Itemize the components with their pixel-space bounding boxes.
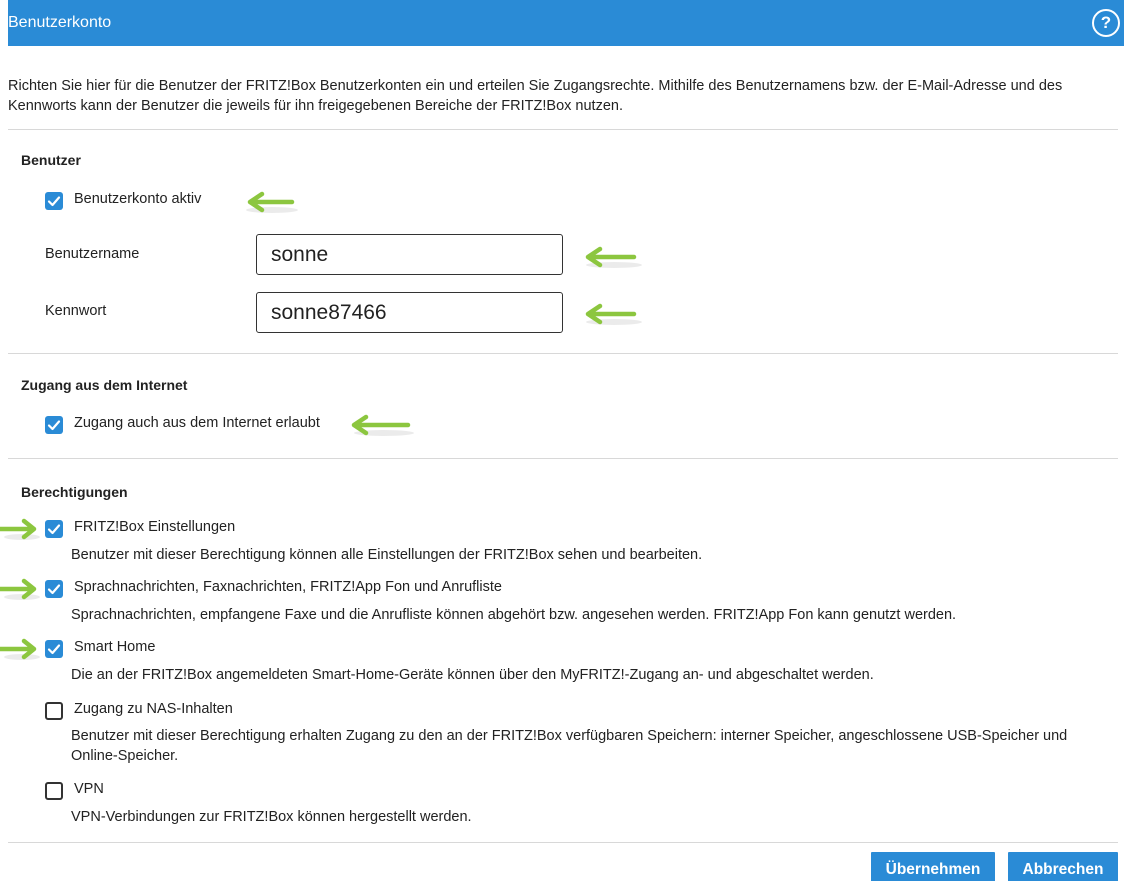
account-active-checkbox[interactable]	[45, 192, 63, 210]
internet-access-checkbox[interactable]	[45, 416, 63, 434]
divider	[8, 842, 1118, 843]
arrow-left-icon	[246, 191, 298, 213]
permission-description: Benutzer mit dieser Berechtigung erhalte…	[71, 728, 1068, 764]
intro-text: Richten Sie hier für die Benutzer der FR…	[8, 78, 1063, 114]
checkmark-icon	[47, 420, 61, 431]
permission-description: Sprachnachrichten, empfangene Faxe und d…	[71, 607, 957, 623]
permission-label: VPN	[74, 781, 104, 797]
checkmark-icon	[47, 196, 61, 207]
section-heading-berechtigungen: Berechtigungen	[21, 484, 128, 500]
arrow-left-icon	[585, 246, 642, 268]
section-heading-internet: Zugang aus dem Internet	[21, 377, 188, 393]
permission-checkbox-nas[interactable]	[45, 702, 63, 720]
checkmark-icon	[47, 644, 61, 655]
checkmark-icon	[47, 584, 61, 595]
checkmark-icon	[47, 524, 61, 535]
permission-label: Sprachnachrichten, Faxnachrichten, FRITZ…	[74, 579, 502, 595]
arrow-left-icon	[351, 414, 414, 436]
permission-description: Die an der FRITZ!Box angemeldeten Smart-…	[71, 667, 874, 683]
permission-label: Smart Home	[74, 639, 156, 655]
permission-description: Benutzer mit dieser Berechtigung können …	[71, 547, 703, 563]
apply-button[interactable]: Übernehmen	[871, 852, 995, 881]
password-field[interactable]: sonne87466	[256, 292, 563, 333]
permission-description: VPN-Verbindungen zur FRITZ!Box können he…	[71, 809, 472, 825]
internet-access-label: Zugang auch aus dem Internet erlaubt	[74, 415, 320, 431]
permission-checkbox-smart-home[interactable]	[45, 640, 63, 658]
password-label: Kennwort	[45, 303, 107, 319]
username-field[interactable]: sonne	[256, 234, 563, 275]
username-label: Benutzername	[45, 246, 140, 262]
permission-checkbox-voice-fax-app[interactable]	[45, 580, 63, 598]
arrow-left-icon	[0, 518, 40, 540]
section-heading-benutzer: Benutzer	[21, 152, 81, 168]
arrow-left-icon	[0, 638, 40, 660]
permission-label: FRITZ!Box Einstellungen	[74, 519, 236, 535]
divider	[8, 129, 1118, 130]
account-active-label: Benutzerkonto aktiv	[74, 191, 202, 207]
arrow-left-icon	[585, 303, 642, 325]
divider	[8, 458, 1118, 459]
divider	[8, 353, 1118, 354]
title-bar: Benutzerkonto ?	[8, 0, 1124, 46]
page-title: Benutzerkonto	[8, 14, 112, 31]
cancel-button[interactable]: Abbrechen	[1008, 852, 1118, 881]
permission-checkbox-fritzbox-settings[interactable]	[45, 520, 63, 538]
permission-label: Zugang zu NAS-Inhalten	[74, 701, 233, 717]
help-icon[interactable]: ?	[1092, 9, 1120, 37]
permission-checkbox-vpn[interactable]	[45, 782, 63, 800]
arrow-left-icon	[0, 578, 40, 600]
